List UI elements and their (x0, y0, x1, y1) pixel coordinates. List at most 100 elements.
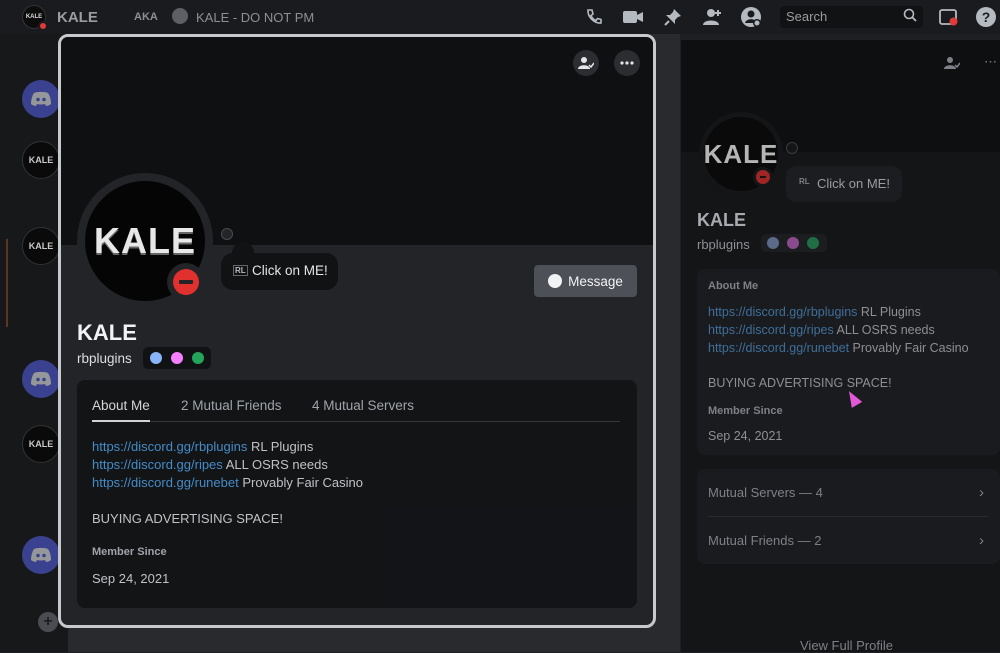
dnd-status-icon (173, 269, 199, 295)
invite-link[interactable]: https://discord.gg/rbplugins (92, 439, 247, 454)
pin-icon[interactable] (662, 7, 684, 27)
about-text: RL Plugins (857, 305, 921, 319)
invite-link[interactable]: https://discord.gg/runebet (92, 475, 239, 490)
username: rbplugins (697, 237, 750, 252)
more-options-button[interactable] (614, 50, 640, 76)
search-input[interactable]: Search (780, 6, 923, 28)
display-name: KALE (697, 210, 746, 230)
active-developer-badge-icon[interactable] (192, 352, 204, 364)
chevron-right-icon: › (979, 532, 984, 549)
profile-modal: KALE RL Click on ME! Message KALE rbplug… (58, 34, 656, 628)
about-line: https://discord.gg/ripes ALL OSRS needs (92, 457, 328, 472)
phone-icon[interactable] (583, 7, 605, 27)
member-since-date: Sep 24, 2021 (92, 571, 170, 586)
custom-status: RL Click on ME! (786, 166, 902, 202)
mutuals-card: Mutual Servers — 4 › Mutual Friends — 2 › (697, 469, 1000, 564)
help-icon[interactable]: ? (975, 7, 997, 27)
invite-link[interactable]: https://discord.gg/rbplugins (708, 305, 857, 319)
status-ring (167, 263, 205, 301)
divider (708, 516, 988, 517)
profile-side-panel: ⋯ KALE RL Click on ME! KALE rbplugins Ab… (681, 40, 1000, 653)
video-icon[interactable] (622, 7, 644, 27)
server-kale-2[interactable]: KALE (22, 227, 60, 265)
dnd-status-icon (753, 167, 773, 187)
active-developer-badge-icon[interactable] (807, 237, 819, 249)
custom-status: RL Click on ME! (221, 253, 338, 290)
add-friend-icon[interactable] (701, 7, 723, 27)
search-icon (903, 8, 917, 25)
more-options-icon[interactable]: ⋯ (984, 54, 997, 70)
nitro-badge-icon[interactable] (171, 352, 183, 364)
dm-avatar[interactable]: KALE (22, 5, 48, 31)
invite-link[interactable]: https://discord.gg/ripes (708, 323, 834, 337)
friend-status-icon[interactable] (944, 56, 961, 73)
tab-mutual-friends[interactable]: 2 Mutual Friends (181, 398, 282, 413)
about-me-card: About Me https://discord.gg/rbplugins RL… (697, 269, 1000, 455)
title-bar: KALE KALE AKA KALE - DO NOT PM Search ? (0, 0, 1000, 34)
tab-about-me[interactable]: About Me (92, 398, 150, 422)
chat-bubble-icon (548, 274, 563, 288)
hypesquad-badge-icon[interactable] (150, 352, 162, 364)
view-full-profile-link[interactable]: View Full Profile (800, 638, 893, 653)
runelite-icon: RL (799, 177, 810, 186)
about-extra: BUYING ADVERTISING SPACE! (708, 376, 892, 390)
badge-list (761, 234, 827, 252)
discord-server-icon[interactable] (22, 536, 60, 574)
discord-home-icon[interactable] (22, 80, 60, 118)
inbox-icon[interactable] (937, 7, 959, 27)
invite-link[interactable]: https://discord.gg/ripes (92, 457, 223, 472)
mutual-friends-row[interactable]: Mutual Friends — 2 › (708, 532, 988, 549)
mutual-friends-label: Mutual Friends — 2 (708, 533, 822, 548)
display-name: KALE (77, 320, 137, 345)
about-text: ALL OSRS needs (222, 457, 328, 472)
server-label: KALE (28, 439, 54, 449)
badge-list (143, 347, 211, 369)
add-server-icon[interactable]: + (38, 612, 58, 632)
active-server-indicator (6, 239, 8, 327)
about-text: RL Plugins (247, 439, 314, 454)
avatar-text: KALE (94, 220, 196, 261)
runelite-icon: RL (233, 265, 248, 276)
mutual-servers-row[interactable]: Mutual Servers — 4 › (708, 484, 988, 501)
status-bubble-dot (221, 228, 233, 240)
svg-text:?: ? (982, 9, 991, 25)
about-text: Provably Fair Casino (238, 475, 363, 490)
discord-server-icon[interactable] (22, 360, 60, 398)
member-since-date: Sep 24, 2021 (708, 429, 783, 443)
chevron-right-icon: › (979, 484, 984, 501)
server-kale-1[interactable]: KALE (22, 141, 60, 179)
nitro-badge-icon[interactable] (787, 237, 799, 249)
about-line: https://discord.gg/rbplugins RL Plugins (708, 305, 921, 319)
about-line: https://discord.gg/rbplugins RL Plugins (92, 439, 313, 454)
profile-details-card: About Me 2 Mutual Friends 4 Mutual Serve… (77, 380, 637, 608)
channel-title: KALE (57, 9, 98, 26)
member-since-heading: Member Since (92, 546, 167, 558)
user-profile-icon[interactable] (740, 7, 762, 27)
member-since-heading: Member Since (708, 405, 783, 417)
aka-label: AKA (134, 11, 158, 23)
avatar-text: KALE (703, 138, 779, 169)
about-line: https://discord.gg/ripes ALL OSRS needs (708, 323, 935, 337)
status-bubble-dot (786, 142, 798, 154)
aka-nickname: KALE - DO NOT PM (196, 10, 315, 25)
server-label: KALE (28, 241, 54, 251)
tab-mutual-servers[interactable]: 4 Mutual Servers (312, 398, 414, 413)
custom-status-text: Click on ME! (252, 263, 328, 278)
dnd-status-icon (38, 21, 48, 31)
about-line: https://discord.gg/runebet Provably Fair… (708, 341, 969, 355)
about-me-heading: About Me (708, 280, 759, 292)
aka-avatar-icon (172, 8, 188, 24)
custom-status-text: Click on ME! (817, 176, 890, 191)
invite-link[interactable]: https://discord.gg/runebet (708, 341, 849, 355)
about-line: https://discord.gg/runebet Provably Fair… (92, 475, 363, 490)
hypesquad-badge-icon[interactable] (767, 237, 779, 249)
profile-tabs: About Me 2 Mutual Friends 4 Mutual Serve… (92, 396, 620, 422)
message-button-label: Message (568, 273, 623, 289)
about-text: ALL OSRS needs (833, 323, 935, 337)
friend-status-button[interactable] (573, 50, 599, 76)
about-text: Provably Fair Casino (849, 341, 969, 355)
avatar-text: KALE (25, 14, 43, 20)
message-button[interactable]: Message (534, 265, 637, 297)
search-placeholder: Search (786, 9, 828, 24)
server-kale-3[interactable]: KALE (22, 425, 60, 463)
